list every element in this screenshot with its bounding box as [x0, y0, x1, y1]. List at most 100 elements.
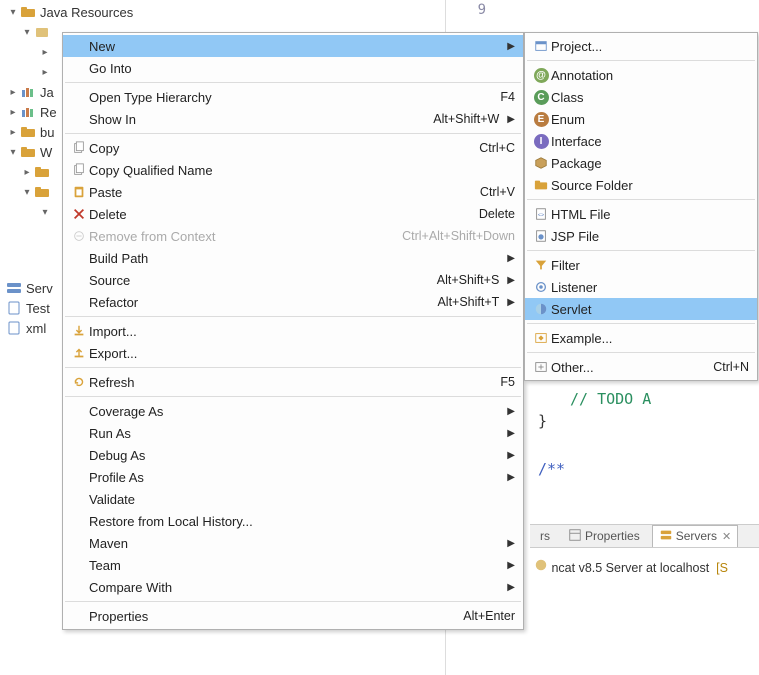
- tree-label: Test: [26, 301, 50, 316]
- sub-package[interactable]: Package: [525, 152, 757, 174]
- menu-team[interactable]: Team ▶: [63, 554, 523, 576]
- menu-build-path[interactable]: Build Path ▶: [63, 247, 523, 269]
- sub-annotation[interactable]: @ Annotation: [525, 64, 757, 86]
- menu-refactor[interactable]: Refactor Alt+Shift+T ▶: [63, 291, 523, 313]
- jsp-icon: [6, 300, 22, 316]
- menu-profile-as[interactable]: Profile As ▶: [63, 466, 523, 488]
- menu-label: Validate: [89, 492, 515, 507]
- jsp-file-icon: [531, 228, 551, 244]
- servers-icon: [659, 528, 673, 545]
- sub-filter[interactable]: Filter: [525, 254, 757, 276]
- menu-label: Source: [89, 273, 437, 288]
- tab-servers[interactable]: Servers ✕: [652, 525, 739, 548]
- sub-listener[interactable]: Listener: [525, 276, 757, 298]
- server-icon: [6, 280, 22, 296]
- close-icon[interactable]: ✕: [722, 530, 731, 543]
- menu-label: Restore from Local History...: [89, 514, 515, 529]
- menu-label: Other...: [551, 360, 713, 375]
- sub-class[interactable]: C Class: [525, 86, 757, 108]
- bottom-tab-strip[interactable]: rs Properties Servers ✕: [530, 524, 759, 548]
- tree-node-java-resources[interactable]: ▾ Java Resources: [2, 2, 442, 22]
- context-menu[interactable]: New ▶ Go Into Open Type Hierarchy F4 Sho…: [62, 32, 524, 630]
- blank-icon: [69, 403, 89, 419]
- code-brace: }: [500, 412, 759, 430]
- menu-separator: [527, 352, 755, 353]
- menu-compare-with[interactable]: Compare With ▶: [63, 576, 523, 598]
- menu-open-type-hierarchy[interactable]: Open Type Hierarchy F4: [63, 86, 523, 108]
- tree-label: Java Resources: [40, 5, 133, 20]
- chevron-right-icon: ▸: [6, 127, 20, 138]
- project-icon: [531, 38, 551, 54]
- menu-new[interactable]: New ▶: [63, 35, 523, 57]
- menu-label: Copy Qualified Name: [89, 163, 515, 178]
- menu-copy-qualified-name[interactable]: Copy Qualified Name: [63, 159, 523, 181]
- menu-maven[interactable]: Maven ▶: [63, 532, 523, 554]
- menu-properties[interactable]: Properties Alt+Enter: [63, 605, 523, 627]
- class-icon: C: [531, 89, 551, 105]
- menu-show-in[interactable]: Show In Alt+Shift+W ▶: [63, 108, 523, 130]
- menu-label: Listener: [551, 280, 749, 295]
- menu-debug-as[interactable]: Debug As ▶: [63, 444, 523, 466]
- menu-paste[interactable]: Paste Ctrl+V: [63, 181, 523, 203]
- sub-html-file[interactable]: <> HTML File: [525, 203, 757, 225]
- tab-label: rs: [540, 529, 550, 543]
- menu-accel: Ctrl+N: [713, 360, 749, 374]
- menu-separator: [527, 250, 755, 251]
- sub-project[interactable]: Project...: [525, 35, 757, 57]
- menu-go-into[interactable]: Go Into: [63, 57, 523, 79]
- tab-markers[interactable]: rs: [534, 527, 556, 545]
- menu-refresh[interactable]: Refresh F5: [63, 371, 523, 393]
- menu-label: Source Folder: [551, 178, 749, 193]
- menu-delete[interactable]: Delete Delete: [63, 203, 523, 225]
- sub-other[interactable]: Other... Ctrl+N: [525, 356, 757, 378]
- remove-context-icon: [69, 228, 89, 244]
- server-status: [S: [716, 561, 728, 575]
- menu-accel: F4: [500, 90, 515, 104]
- source-folder-icon: [531, 177, 551, 193]
- menu-label: Export...: [89, 346, 515, 361]
- sub-enum[interactable]: E Enum: [525, 108, 757, 130]
- menu-copy[interactable]: Copy Ctrl+C: [63, 137, 523, 159]
- menu-label: Run As: [89, 426, 499, 441]
- menu-restore-local-history[interactable]: Restore from Local History...: [63, 510, 523, 532]
- blank-icon: [69, 111, 89, 127]
- menu-label: Go Into: [89, 61, 515, 76]
- library-icon: [20, 84, 36, 100]
- menu-separator: [527, 323, 755, 324]
- chevron-down-icon: ▾: [20, 27, 34, 38]
- folder-icon: [34, 164, 50, 180]
- menu-label: Properties: [89, 609, 463, 624]
- menu-validate[interactable]: Validate: [63, 488, 523, 510]
- menu-coverage-as[interactable]: Coverage As ▶: [63, 400, 523, 422]
- menu-label: Profile As: [89, 470, 499, 485]
- paste-icon: [69, 184, 89, 200]
- sub-example[interactable]: Example...: [525, 327, 757, 349]
- sub-source-folder[interactable]: Source Folder: [525, 174, 757, 196]
- menu-label: Paste: [89, 185, 480, 200]
- server-name[interactable]: ncat v8.5 Server at localhost: [551, 561, 709, 575]
- html-file-icon: <>: [531, 206, 551, 222]
- other-icon: [531, 359, 551, 375]
- sub-servlet[interactable]: Servlet: [525, 298, 757, 320]
- menu-accel: Ctrl+Alt+Shift+Down: [402, 229, 515, 243]
- blank-icon: [69, 250, 89, 266]
- menu-accel: Alt+Shift+W: [433, 112, 499, 126]
- menu-label: Annotation: [551, 68, 749, 83]
- copy-icon: [69, 140, 89, 156]
- blank-icon: [69, 579, 89, 595]
- code-javadoc: /**: [500, 460, 759, 478]
- menu-import[interactable]: Import...: [63, 320, 523, 342]
- menu-export[interactable]: Export...: [63, 342, 523, 364]
- menu-run-as[interactable]: Run As ▶: [63, 422, 523, 444]
- sub-interface[interactable]: I Interface: [525, 130, 757, 152]
- menu-source[interactable]: Source Alt+Shift+S ▶: [63, 269, 523, 291]
- servers-view[interactable]: ncat v8.5 Server at localhost [S: [530, 552, 759, 581]
- menu-separator: [527, 60, 755, 61]
- tree-label: Re: [40, 105, 57, 120]
- new-submenu[interactable]: Project... @ Annotation C Class E Enum I…: [524, 32, 758, 381]
- tab-properties[interactable]: Properties: [562, 526, 646, 547]
- library-icon: [20, 104, 36, 120]
- chevron-right-icon: ▶: [507, 406, 515, 417]
- sub-jsp-file[interactable]: JSP File: [525, 225, 757, 247]
- menu-accel: Alt+Shift+T: [437, 295, 499, 309]
